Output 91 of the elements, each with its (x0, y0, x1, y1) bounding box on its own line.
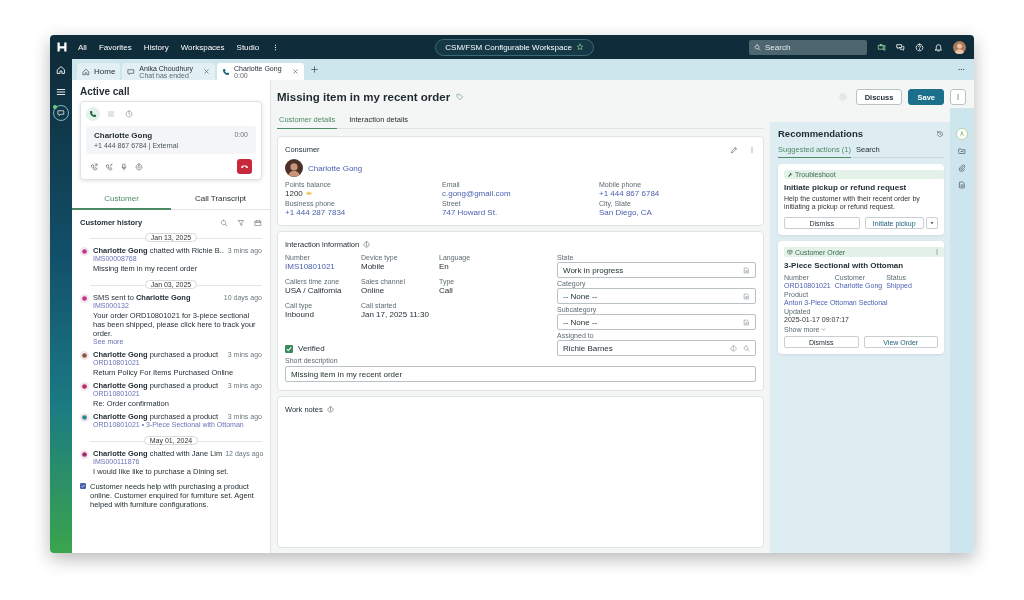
field-value: Online (361, 286, 386, 295)
doc-icon[interactable] (956, 179, 968, 191)
info-icon[interactable] (363, 241, 371, 248)
select-field[interactable]: Work in progress (557, 262, 756, 278)
card-title: Initiate pickup or refund request (784, 183, 907, 192)
nav-menu-item[interactable]: Workspaces (180, 42, 225, 52)
nav-menu-item[interactable]: All (78, 42, 87, 52)
calendar-icon[interactable] (254, 218, 262, 227)
add-tab-icon[interactable] (309, 65, 319, 74)
field-value: Jan 17, 2025 11:30 (361, 310, 430, 319)
nav-menu-item[interactable]: History (143, 42, 169, 52)
select-field[interactable]: -- None -- (557, 314, 756, 330)
activity-icon (80, 351, 89, 360)
checkbox[interactable] (285, 344, 293, 353)
record-title: Missing item in my recent order (277, 91, 451, 103)
folder-icon[interactable] (956, 145, 968, 157)
bell-icon[interactable] (934, 42, 943, 52)
checkbox-label: Verified (298, 344, 325, 353)
field-link[interactable]: 747 Howard St. (442, 208, 599, 217)
search-icon[interactable] (220, 218, 228, 227)
caret-icon (929, 220, 935, 226)
chevron-icon[interactable] (821, 327, 827, 332)
home-icon[interactable] (56, 65, 66, 75)
search-field[interactable]: Search (749, 39, 867, 55)
field-value: En (439, 262, 450, 271)
tag-icon[interactable] (456, 93, 465, 101)
info-icon[interactable] (730, 344, 737, 352)
field-value: USA / California (285, 286, 343, 295)
field-value: Inbound (285, 310, 315, 319)
chat-icon[interactable] (896, 42, 905, 52)
phone-icon[interactable] (105, 162, 113, 171)
search-icon[interactable] (743, 344, 750, 352)
field-value: Call (439, 286, 454, 295)
workspace-tab[interactable]: Home (77, 63, 121, 80)
more-button[interactable] (950, 89, 966, 105)
avatar-icon (285, 159, 303, 177)
field-value: Mobile (361, 262, 386, 271)
field-link[interactable]: +1 444 867 6784 (599, 189, 756, 198)
agent-icon[interactable] (956, 128, 968, 140)
input-field[interactable]: Missing item in my recent order (285, 366, 756, 382)
panel-title: Active call (79, 85, 131, 99)
field-link[interactable]: +1 444 287 7834 (285, 208, 442, 217)
phone-icon (222, 67, 231, 76)
clip-icon[interactable] (956, 162, 968, 174)
activity-icon (80, 247, 89, 256)
activity-icon (80, 413, 89, 422)
lookup-icon[interactable] (743, 292, 750, 300)
close-icon[interactable] (291, 68, 299, 75)
wrench-icon (787, 171, 793, 178)
hang-up-button[interactable] (237, 159, 252, 174)
nav-menu-item[interactable]: Favorites (98, 42, 132, 52)
caller-name: Charlotte Gong (94, 131, 153, 140)
box-icon (787, 249, 793, 255)
logo-icon[interactable] (56, 41, 68, 53)
crown-icon (305, 190, 312, 196)
panel-title: Recommendations (778, 128, 863, 139)
field-link[interactable]: San Diego, CA (599, 208, 756, 217)
close-icon[interactable] (203, 68, 211, 75)
activity-icon (80, 450, 89, 459)
transfer-icon[interactable] (90, 162, 98, 171)
panel-tab[interactable]: Customer (72, 188, 171, 210)
presence-icon[interactable] (877, 42, 886, 52)
customer-link[interactable]: Charlotte Gong (308, 163, 363, 173)
field-link[interactable]: IMS10801021 (285, 262, 361, 271)
reference-field[interactable]: Richie Barnes (557, 340, 756, 356)
workspace-selector[interactable]: CSM/FSM Configurable Workspace (435, 38, 594, 56)
activity-icon (80, 294, 89, 303)
lookup-icon[interactable] (743, 318, 750, 326)
dropdown-button[interactable] (926, 217, 938, 229)
user-avatar[interactable] (953, 40, 966, 54)
activity-icon (80, 382, 89, 391)
chat-icon (127, 67, 136, 76)
home-icon (82, 67, 90, 76)
panel-tab[interactable]: Call Transcript (171, 188, 270, 209)
help-icon[interactable] (915, 42, 924, 52)
field-link[interactable]: c.gong@gmail.com (442, 189, 599, 198)
star-icon[interactable] (575, 43, 584, 51)
record-icon[interactable] (135, 162, 143, 171)
phone-icon[interactable] (86, 107, 100, 121)
info-icon[interactable] (326, 406, 334, 413)
select-field[interactable]: -- None -- (557, 288, 756, 304)
microphone-icon[interactable] (120, 162, 128, 171)
history-icon[interactable] (936, 129, 944, 138)
field-value: 1200 (285, 189, 303, 198)
lookup-icon[interactable] (743, 266, 750, 274)
menu-icon[interactable] (56, 87, 66, 97)
card-title: 3-Piece Sectional with Ottoman (784, 261, 904, 270)
filter-icon[interactable] (237, 218, 245, 227)
nav-menu-item[interactable]: Studio (236, 42, 260, 52)
edit-icon[interactable] (730, 145, 738, 154)
search-icon (754, 43, 761, 51)
